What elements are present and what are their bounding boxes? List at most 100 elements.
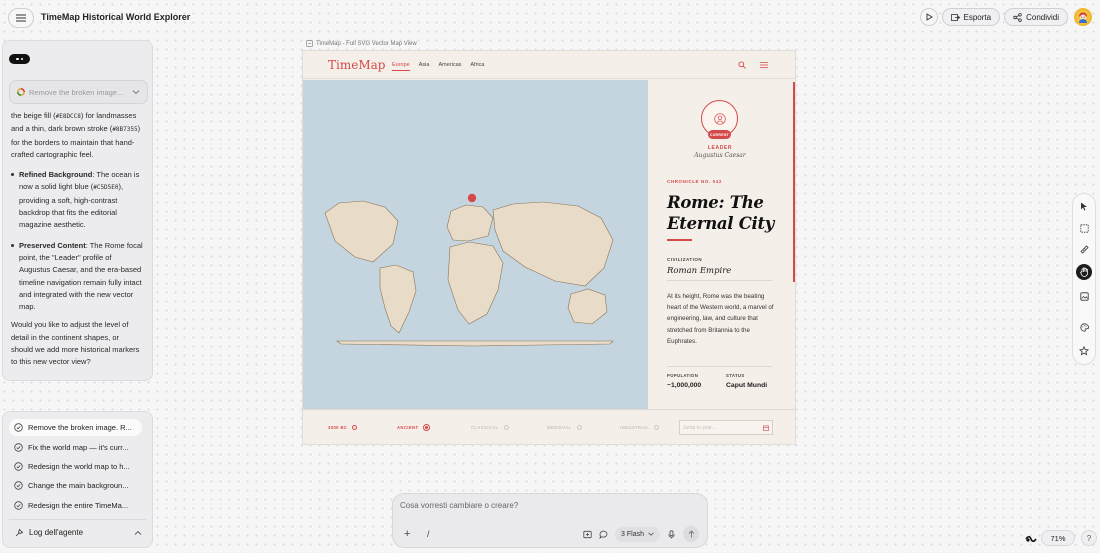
- slash-icon[interactable]: /: [427, 529, 430, 539]
- search-icon[interactable]: [738, 61, 746, 69]
- leader-label: LEADER: [707, 145, 733, 151]
- world-map[interactable]: [303, 80, 648, 409]
- composer-actions: 3 Flash: [583, 526, 699, 542]
- continent-north-america: [324, 200, 399, 263]
- history-item[interactable]: Redesign the world map to h...: [9, 458, 142, 475]
- nav-africa[interactable]: Africa: [470, 62, 484, 71]
- chat-panel: Remove the broken image... the beige fil…: [2, 40, 153, 381]
- era-3000bc[interactable]: 3000 BC: [328, 425, 358, 430]
- leader-name: Augustus Caesar: [694, 152, 746, 159]
- help-button[interactable]: ?: [1081, 530, 1097, 546]
- image-tool[interactable]: [1076, 288, 1092, 304]
- google-icon: [17, 88, 25, 96]
- marquee-tool[interactable]: [1076, 220, 1092, 236]
- description-paragraph: At its height, Rome was the beating hear…: [667, 293, 774, 345]
- continent-antarctica: [336, 340, 614, 347]
- agent-icon: [15, 528, 24, 537]
- continent-australia: [567, 288, 608, 325]
- era-medieval[interactable]: MEDIEVAL: [547, 425, 582, 430]
- preview-file-label: TimeMap - Full SVG Vector Map View: [306, 40, 417, 47]
- headline-rule: [667, 239, 692, 241]
- palette-icon: [1079, 322, 1089, 332]
- version-dropdown[interactable]: Remove the broken image...: [9, 80, 148, 104]
- app-title: TimeMap Historical World Explorer: [41, 12, 191, 22]
- ruler-icon: [1079, 244, 1089, 254]
- timemap-header: TimeMap Europe Asia Americas Africa: [303, 51, 795, 79]
- check-circle-icon: [14, 481, 23, 490]
- era-classical[interactable]: CLASSICAL: [471, 425, 509, 430]
- pan-tool[interactable]: [1076, 264, 1092, 280]
- file-icon: [306, 40, 313, 47]
- civilization-value: Roman Empire: [667, 266, 732, 276]
- check-circle-icon: [14, 462, 23, 471]
- era-ancient[interactable]: ANCIENT: [397, 424, 431, 431]
- cursor-icon: [1081, 202, 1087, 210]
- plus-icon[interactable]: +: [404, 529, 410, 540]
- sidebar-accent-bar: [793, 82, 795, 282]
- mic-icon[interactable]: [667, 529, 676, 539]
- attach-icon[interactable]: [583, 530, 592, 539]
- share-button[interactable]: Condividi: [1004, 8, 1068, 26]
- main-menu-button[interactable]: [8, 8, 34, 28]
- agent-log-toggle[interactable]: Log dell'agente: [15, 528, 142, 537]
- chat-bullets: Refined Background: The ocean is now a s…: [11, 169, 143, 313]
- timemap-preview: TimeMap Europe Asia Americas Africa CURR…: [302, 50, 796, 445]
- history-item[interactable]: Fix the world map — it's curr...: [9, 439, 142, 456]
- zoom-level[interactable]: 71%: [1041, 530, 1075, 546]
- stat-population: POPULATION ~1,000,000: [667, 373, 702, 389]
- history-panel: Remove the broken image. R... Fix the wo…: [2, 411, 153, 548]
- timemap-sidebar: CURRENT LEADER Augustus Caesar CHRONICLE…: [649, 80, 795, 409]
- history-divider: [9, 519, 146, 520]
- star-icon: [1079, 346, 1089, 356]
- favorite-tool[interactable]: [1076, 343, 1092, 359]
- preview-play-button[interactable]: [919, 8, 938, 26]
- timemap-logo[interactable]: TimeMap: [328, 58, 385, 72]
- share-icon: [1013, 12, 1022, 22]
- menu-icon: [16, 14, 26, 22]
- rome-marker: [467, 193, 477, 203]
- era-timeline: 3000 BC ANCIENT CLASSICAL MEDIEVAL INDUS…: [303, 409, 795, 444]
- chat-icon[interactable]: [599, 530, 608, 539]
- measure-tool[interactable]: [1076, 241, 1092, 257]
- check-circle-icon: [14, 423, 23, 432]
- divider: [667, 366, 772, 367]
- export-button[interactable]: Esporta: [941, 8, 1001, 26]
- hamburger-icon[interactable]: [760, 62, 768, 68]
- select-tool[interactable]: [1076, 198, 1092, 214]
- jump-to-year-input[interactable]: Jump to year...: [679, 420, 773, 435]
- chevron-up-icon: [134, 530, 142, 535]
- arrow-up-icon: [688, 530, 694, 538]
- timemap-nav: Europe Asia Americas Africa: [392, 62, 484, 71]
- theme-tool[interactable]: [1076, 319, 1092, 335]
- version-dropdown-label: Remove the broken image...: [29, 87, 124, 97]
- chat-closing: Would you like to adjust the level of de…: [11, 320, 140, 367]
- send-button[interactable]: [683, 526, 699, 542]
- spark-icon: [1025, 535, 1037, 543]
- divider: [667, 280, 772, 281]
- export-label: Esporta: [963, 12, 992, 22]
- canvas-toolbar: [1072, 193, 1096, 365]
- nav-asia[interactable]: Asia: [419, 62, 430, 71]
- hand-icon: [1079, 267, 1088, 277]
- era-industrial[interactable]: INDUSTRIAL: [620, 425, 660, 430]
- prompt-input[interactable]: Cosa vorresti cambiare o creare?: [400, 501, 518, 510]
- calendar-icon: [763, 425, 769, 431]
- history-item[interactable]: Redesign the entire TimeMa...: [9, 497, 142, 514]
- stat-status: STATUS Caput Mundi: [726, 373, 768, 389]
- topbar-actions: Esporta Condividi: [919, 8, 1092, 26]
- nav-europe[interactable]: Europe: [392, 62, 410, 71]
- nav-americas[interactable]: Americas: [438, 62, 461, 71]
- civilization-label: CIVILIZATION: [667, 257, 703, 262]
- user-icon: [713, 112, 726, 125]
- model-selector[interactable]: 3 Flash: [615, 526, 660, 542]
- history-item[interactable]: Remove the broken image. R...: [9, 419, 142, 436]
- chat-bullet: Refined Background: The ocean is now a s…: [11, 169, 143, 231]
- prompt-composer: Cosa vorresti cambiare o creare? + / 3 F…: [392, 493, 708, 548]
- continent-south-america: [379, 264, 417, 334]
- image-icon: [1079, 291, 1089, 301]
- world-map-svg: [324, 193, 614, 347]
- user-avatar[interactable]: [1074, 8, 1092, 26]
- history-item[interactable]: Change the main backgroun...: [9, 477, 142, 494]
- headline: Rome: The Eternal City: [667, 193, 775, 233]
- continent-africa: [447, 241, 504, 325]
